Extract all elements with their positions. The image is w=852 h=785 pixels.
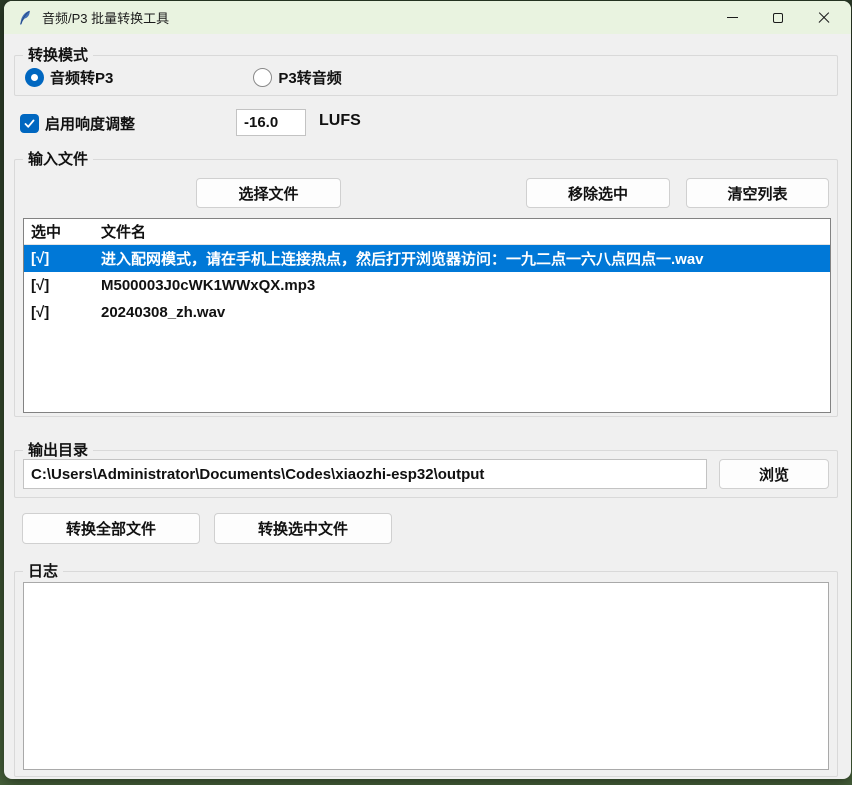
- log-textarea[interactable]: [23, 582, 829, 770]
- app-window: 音频/P3 批量转换工具 转换模式 音频转P3 P3转音频: [4, 1, 851, 779]
- output-path-input[interactable]: C:\Users\Administrator\Documents\Codes\x…: [23, 459, 707, 489]
- browse-button[interactable]: 浏览: [719, 459, 829, 489]
- input-files-group-label: 输入文件: [23, 150, 93, 169]
- check-icon: [23, 117, 36, 130]
- row-filename: 进入配网模式，请在手机上连接热点，然后打开浏览器访问：一九二点一六八点四点一.w…: [101, 248, 830, 269]
- row-filename: 20240308_zh.wav: [101, 304, 830, 321]
- table-row[interactable]: [√] M500003J0cWK1WWxQX.mp3: [24, 272, 830, 299]
- radio-p3-to-audio-label[interactable]: P3转音频: [278, 67, 341, 88]
- output-dir-group-label: 输出目录: [23, 441, 93, 460]
- lufs-input[interactable]: -16.0: [236, 109, 306, 136]
- close-button[interactable]: [801, 1, 847, 34]
- radio-p3-to-audio[interactable]: [253, 68, 272, 87]
- output-dir-groupbox: 输出目录 C:\Users\Administrator\Documents\Co…: [14, 450, 838, 498]
- row-checkbox[interactable]: [√]: [24, 304, 101, 321]
- convert-all-button[interactable]: 转换全部文件: [22, 513, 200, 544]
- radio-audio-to-p3[interactable]: [25, 68, 44, 87]
- row-checkbox[interactable]: [√]: [24, 250, 101, 267]
- header-checked[interactable]: 选中: [24, 221, 101, 242]
- window-title: 音频/P3 批量转换工具: [42, 8, 169, 27]
- maximize-icon: [773, 13, 783, 23]
- python-feather-icon: [17, 10, 33, 26]
- log-groupbox: 日志: [14, 571, 838, 777]
- mode-group-label: 转换模式: [23, 46, 93, 65]
- remove-selected-button[interactable]: 移除选中: [526, 178, 670, 208]
- mode-radio-row: 音频转P3 P3转音频: [25, 67, 342, 88]
- clear-list-button[interactable]: 清空列表: [686, 178, 829, 208]
- file-table: 选中 文件名 [√] 进入配网模式，请在手机上连接热点，然后打开浏览器访问：一九…: [23, 218, 831, 413]
- title-bar: 音频/P3 批量转换工具: [4, 1, 851, 34]
- radio-audio-to-p3-label[interactable]: 音频转P3: [50, 67, 113, 88]
- choose-files-button[interactable]: 选择文件: [196, 178, 341, 208]
- close-icon: [818, 12, 830, 24]
- convert-selected-button[interactable]: 转换选中文件: [214, 513, 392, 544]
- table-row[interactable]: [√] 进入配网模式，请在手机上连接热点，然后打开浏览器访问：一九二点一六八点四…: [24, 245, 830, 272]
- row-checkbox[interactable]: [√]: [24, 277, 101, 294]
- file-table-header: 选中 文件名: [24, 219, 830, 245]
- minimize-icon: [727, 17, 738, 18]
- loudness-checkbox-label[interactable]: 启用响度调整: [45, 113, 135, 134]
- lufs-unit-label: LUFS: [319, 112, 361, 130]
- row-filename: M500003J0cWK1WWxQX.mp3: [101, 277, 830, 294]
- header-filename[interactable]: 文件名: [101, 221, 830, 242]
- mode-groupbox: 转换模式 音频转P3 P3转音频: [14, 55, 838, 96]
- maximize-button[interactable]: [755, 1, 801, 34]
- loudness-row: 启用响度调整 -16.0 LUFS: [20, 109, 837, 137]
- caption-buttons: [709, 1, 847, 34]
- loudness-checkbox[interactable]: [20, 114, 39, 133]
- table-row[interactable]: [√] 20240308_zh.wav: [24, 299, 830, 326]
- log-group-label: 日志: [23, 562, 63, 581]
- minimize-button[interactable]: [709, 1, 755, 34]
- input-files-groupbox: 输入文件 选择文件 移除选中 清空列表 选中 文件名 [√] 进入配网模式，请在…: [14, 159, 838, 417]
